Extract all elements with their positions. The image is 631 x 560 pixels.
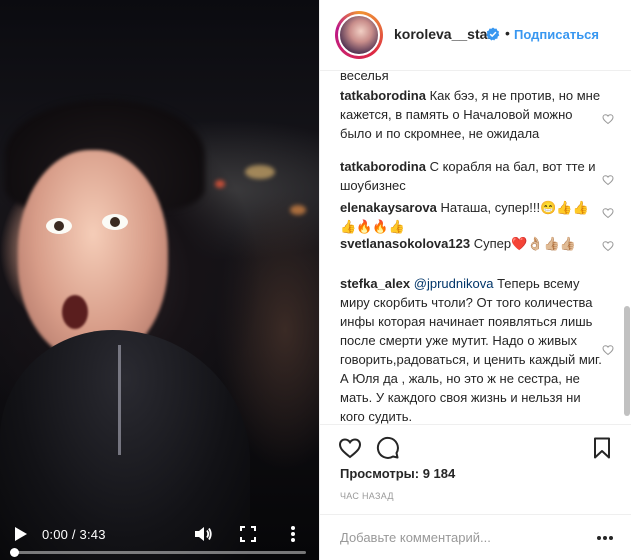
post-header: koroleva__star • Подписаться [320, 0, 631, 71]
video-controls: 0:00 / 3:43 [0, 512, 319, 560]
post-timestamp[interactable]: ЧАС НАЗАД [340, 491, 394, 501]
duration: 3:43 [79, 527, 106, 542]
video-subject-mouth [62, 295, 88, 329]
heart-icon[interactable] [338, 436, 362, 460]
comment-item: stefka_alex @jprudnikova Теперь всему ми… [340, 274, 602, 424]
video-progress-bar[interactable] [10, 548, 306, 557]
follow-button[interactable]: Подписаться [514, 27, 599, 42]
post-actions [320, 424, 631, 468]
background-light [290, 205, 306, 215]
video-subject-eye [102, 214, 128, 230]
verified-badge-icon [486, 27, 500, 41]
comment-mention-link[interactable]: @jprudnikova [414, 276, 494, 291]
username-link[interactable]: koroleva__star [394, 26, 493, 42]
background-light [245, 165, 275, 179]
comment-text: веселья [340, 72, 389, 83]
video-progress-thumb[interactable] [10, 548, 19, 557]
views-number: 9 184 [422, 466, 456, 481]
video-subject-eye [46, 218, 72, 234]
background-light [215, 180, 225, 188]
current-time: 0:00 [42, 527, 69, 542]
comment-item: tatkaborodina Как бээ, я не против, но м… [340, 86, 602, 143]
comment-username[interactable]: elenakaysarova [340, 200, 437, 215]
avatar[interactable] [335, 11, 383, 59]
comment-input[interactable] [340, 527, 590, 547]
bookmark-icon[interactable] [590, 436, 614, 460]
comment-like-icon[interactable] [602, 174, 614, 186]
comment-item: elenakaysarova Наташа, супер!!!😁👍👍👍🔥🔥👍 [340, 198, 602, 236]
post-side-panel: koroleva__star • Подписаться веселья tat… [319, 0, 631, 560]
comment-username[interactable]: tatkaborodina [340, 159, 426, 174]
comment-like-icon[interactable] [602, 113, 614, 125]
comment-like-icon[interactable] [602, 207, 614, 219]
comment-text: Супер❤️👌🏼👍🏼👍🏼 [473, 236, 576, 251]
comment-like-icon[interactable] [602, 240, 614, 252]
avatar-image [338, 14, 380, 56]
more-dots-icon[interactable] [596, 535, 614, 541]
video-subject-face [18, 150, 168, 360]
views-label: Просмотры: [340, 466, 420, 481]
video-subject-zipper [118, 345, 121, 455]
comment-item: svetlanasokolova123 Супер❤️👌🏼👍🏼👍🏼 [340, 234, 602, 253]
scrollbar-thumb[interactable] [624, 306, 630, 416]
comments-scrollbar[interactable] [623, 72, 631, 424]
time-separator: / [68, 527, 80, 542]
play-icon[interactable] [14, 526, 28, 542]
comment-username[interactable]: stefka_alex [340, 276, 410, 291]
fullscreen-icon[interactable] [238, 524, 258, 544]
comment-fragment: веселья [340, 72, 602, 85]
add-comment-section [320, 514, 631, 560]
comment-text: Теперь всему миру скорбить чтоли? От тог… [340, 276, 602, 424]
comment-icon[interactable] [376, 436, 400, 460]
comment-username[interactable]: tatkaborodina [340, 88, 426, 103]
video-time: 0:00 / 3:43 [42, 527, 106, 542]
volume-icon[interactable] [193, 524, 213, 544]
settings-icon[interactable] [283, 524, 303, 544]
comment-like-icon[interactable] [602, 344, 614, 356]
comment-item: tatkaborodina С корабля на бал, вот тте … [340, 157, 602, 195]
comments-list: веселья tatkaborodina Как бээ, я не прот… [320, 72, 631, 424]
comment-username[interactable]: svetlanasokolova123 [340, 236, 470, 251]
views-count: Просмотры: 9 184 [340, 466, 455, 481]
video-player[interactable]: 0:00 / 3:43 [0, 0, 319, 560]
separator-dot: • [505, 25, 510, 41]
